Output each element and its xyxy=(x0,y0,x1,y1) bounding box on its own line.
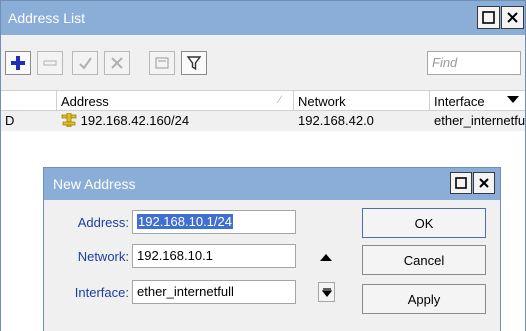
collapse-arrow-icon[interactable] xyxy=(320,254,332,261)
address-label: Address: xyxy=(77,215,129,230)
row-network: 192.168.42.0 xyxy=(298,113,374,128)
address-list-window: Address List Find Address ⁄ Network Inte… xyxy=(0,0,526,331)
add-button[interactable] xyxy=(5,51,31,75)
dialog-maximize-button[interactable] xyxy=(450,172,472,194)
minus-icon xyxy=(43,60,57,66)
maximize-icon xyxy=(455,177,467,189)
close-icon xyxy=(507,12,518,23)
table-row[interactable]: D 192.168.42.160/24 192.168.42.0 ether_i… xyxy=(1,111,525,131)
interface-label: Interface: xyxy=(74,285,129,300)
address-field-value: 192.168.10.1/24 xyxy=(137,214,233,229)
disable-button[interactable] xyxy=(104,51,130,75)
table-header: Address ⁄ Network Interface xyxy=(1,90,525,111)
maximize-button[interactable] xyxy=(477,6,500,29)
apply-button[interactable]: Apply xyxy=(362,284,486,314)
find-input[interactable]: Find xyxy=(427,51,521,75)
check-icon xyxy=(79,57,92,70)
note-icon xyxy=(155,57,169,69)
dialog-close-button[interactable] xyxy=(473,172,495,194)
sort-indicator-icon: ⁄ xyxy=(279,94,281,106)
plus-icon xyxy=(11,56,25,70)
row-interface: ether_internetfull xyxy=(434,113,525,128)
column-header-network[interactable]: Network xyxy=(294,91,430,111)
cross-icon xyxy=(111,57,123,69)
network-label: Network: xyxy=(77,249,129,264)
close-button[interactable] xyxy=(501,6,524,29)
filter-button[interactable] xyxy=(181,51,207,75)
window-title: Address List xyxy=(8,10,86,26)
maximize-icon xyxy=(482,11,495,24)
column-header-address[interactable]: Address ⁄ xyxy=(57,91,294,111)
column-header-address-label: Address xyxy=(61,94,109,109)
column-header-interface[interactable]: Interface xyxy=(430,91,525,111)
address-icon xyxy=(61,112,77,128)
filter-icon xyxy=(186,56,202,71)
column-header-flag[interactable] xyxy=(1,91,57,111)
network-field[interactable]: 192.168.10.1 xyxy=(132,244,296,268)
column-menu-icon[interactable] xyxy=(507,96,519,103)
ok-button[interactable]: OK xyxy=(362,208,486,238)
row-address-text: 192.168.42.160/24 xyxy=(80,113,190,128)
close-icon xyxy=(479,178,489,188)
comment-button[interactable] xyxy=(149,51,175,75)
dialog-titlebar[interactable]: New Address xyxy=(44,168,500,200)
toolbar: Find xyxy=(1,35,525,89)
address-field[interactable]: 192.168.10.1/24 xyxy=(132,210,296,234)
cancel-button[interactable]: Cancel xyxy=(362,245,486,275)
row-address: 192.168.42.160/24 xyxy=(57,111,294,131)
dialog-title: New Address xyxy=(53,176,136,192)
remove-button[interactable] xyxy=(37,51,63,75)
enable-button[interactable] xyxy=(72,51,98,75)
new-address-dialog: New Address Address: 192.168.10.1/24 Net… xyxy=(43,167,501,331)
interface-dropdown-button[interactable] xyxy=(318,282,335,302)
dropdown-arrow-icon xyxy=(321,288,332,297)
window-titlebar[interactable]: Address List xyxy=(1,1,525,35)
interface-select[interactable]: ether_internetfull xyxy=(132,280,296,304)
row-flag: D xyxy=(5,113,15,128)
column-header-interface-label: Interface xyxy=(434,94,485,109)
